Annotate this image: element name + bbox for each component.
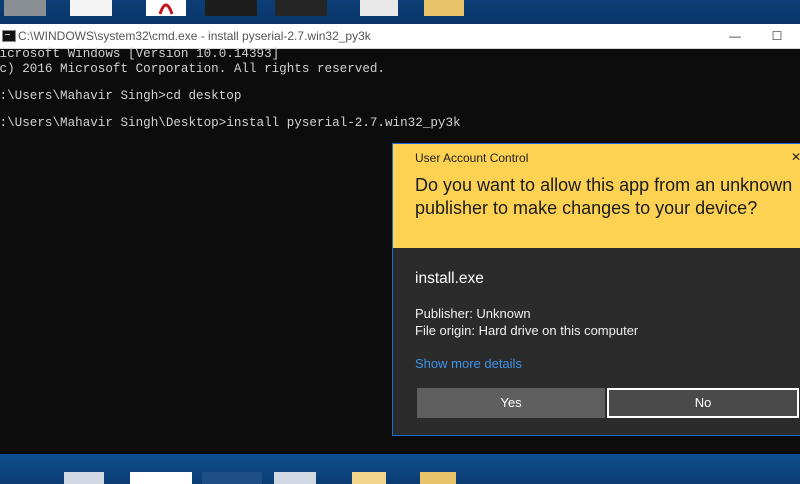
desktop-app-icon[interactable] (4, 0, 46, 16)
uac-app-name: install.exe (415, 270, 484, 287)
pdf-icon (158, 3, 174, 15)
console-line: (c) 2016 Microsoft Corporation. All righ… (0, 61, 385, 76)
folder-icon[interactable] (424, 0, 464, 16)
no-button[interactable]: No (607, 388, 799, 418)
uac-header: User Account Control ✕ Do you want to al… (393, 144, 800, 248)
taskbar (0, 454, 800, 484)
show-more-details-link[interactable]: Show more details (415, 356, 522, 371)
pdf-file-icon[interactable] (146, 0, 186, 16)
window-title: C:\WINDOWS\system32\cmd.exe - install py… (18, 29, 371, 43)
uac-publisher: Publisher: Unknown (415, 306, 531, 321)
uac-dialog: User Account Control ✕ Do you want to al… (392, 143, 800, 436)
document-icon[interactable] (70, 0, 112, 16)
console-line: Microsoft Windows [Version 10.0.14393] (0, 47, 280, 61)
window-titlebar[interactable]: C:\WINDOWS\system32\cmd.exe - install py… (0, 24, 800, 49)
mail-icon[interactable] (352, 472, 386, 484)
console-line: C:\Users\Mahavir Singh\Desktop>install p… (0, 116, 461, 130)
console-line: C:\Users\Mahavir Singh>cd desktop (0, 89, 242, 103)
uac-title: User Account Control (415, 151, 529, 165)
yes-button[interactable]: Yes (417, 388, 605, 418)
document-icon[interactable] (64, 472, 104, 484)
maximize-button[interactable]: ☐ (754, 24, 800, 48)
document-icon[interactable] (274, 472, 316, 484)
close-icon[interactable]: ✕ (791, 150, 800, 164)
folder-icon[interactable] (420, 472, 456, 484)
app-icon[interactable] (202, 472, 262, 484)
image-thumbnail-icon[interactable] (205, 0, 257, 16)
uac-file-origin: File origin: Hard drive on this computer (415, 323, 639, 338)
presentation-icon[interactable] (360, 0, 398, 16)
cmd-icon (2, 30, 16, 42)
uac-question: Do you want to allow this app from an un… (415, 175, 793, 218)
blank-file-icon[interactable] (130, 472, 192, 484)
image-thumbnail-icon[interactable] (275, 0, 327, 16)
desktop-icons-strip (0, 0, 800, 24)
minimize-button[interactable]: — (712, 24, 758, 48)
